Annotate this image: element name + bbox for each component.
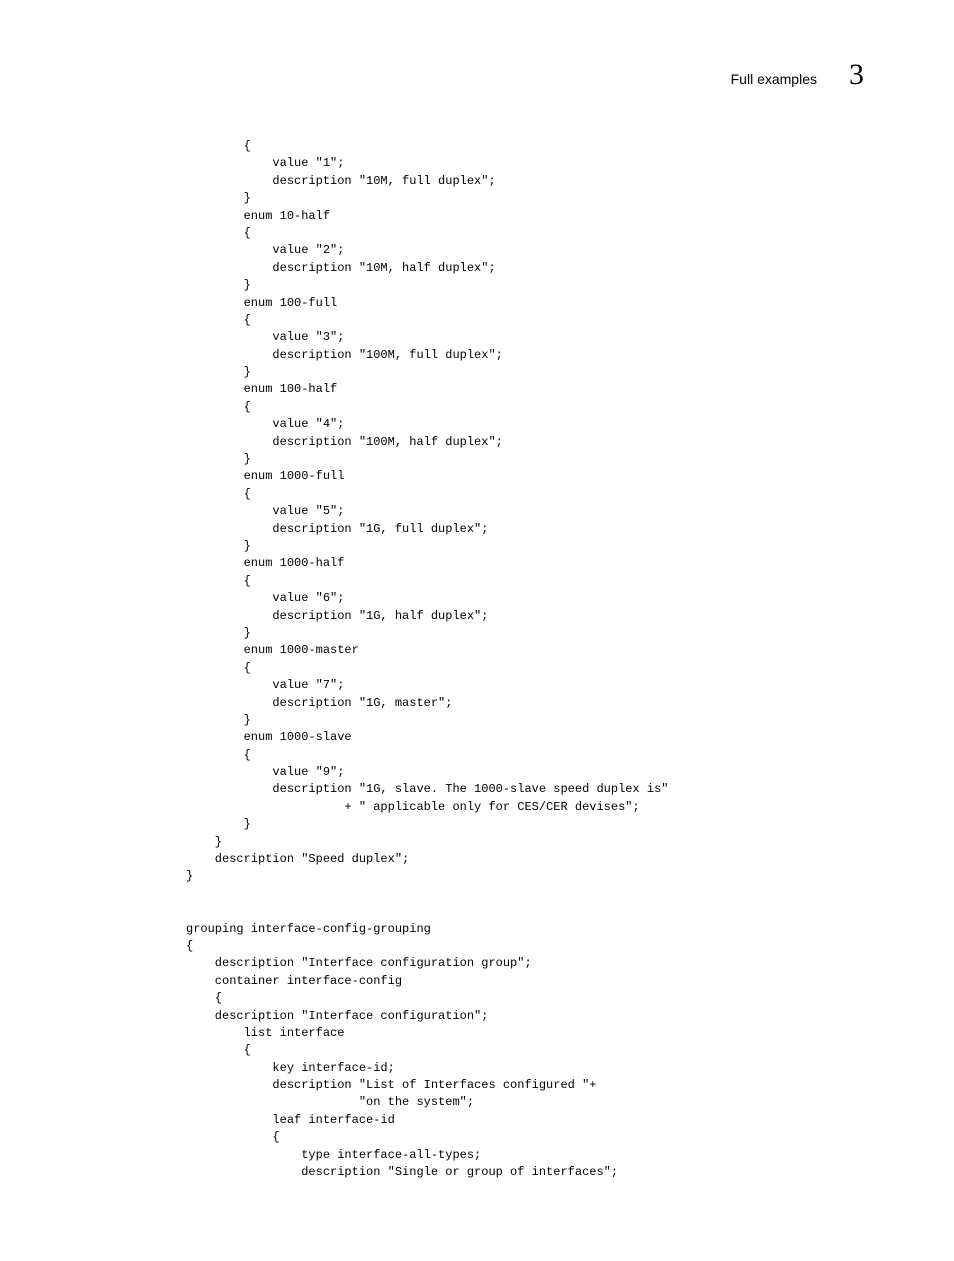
code-block: { value "1"; description "10M, full dupl… xyxy=(90,138,864,1181)
header-section-number: 3 xyxy=(849,60,864,90)
page-header: Full examples 3 xyxy=(90,60,864,90)
header-title: Full examples xyxy=(731,71,817,87)
page: Full examples 3 { value "1"; description… xyxy=(0,0,954,1261)
